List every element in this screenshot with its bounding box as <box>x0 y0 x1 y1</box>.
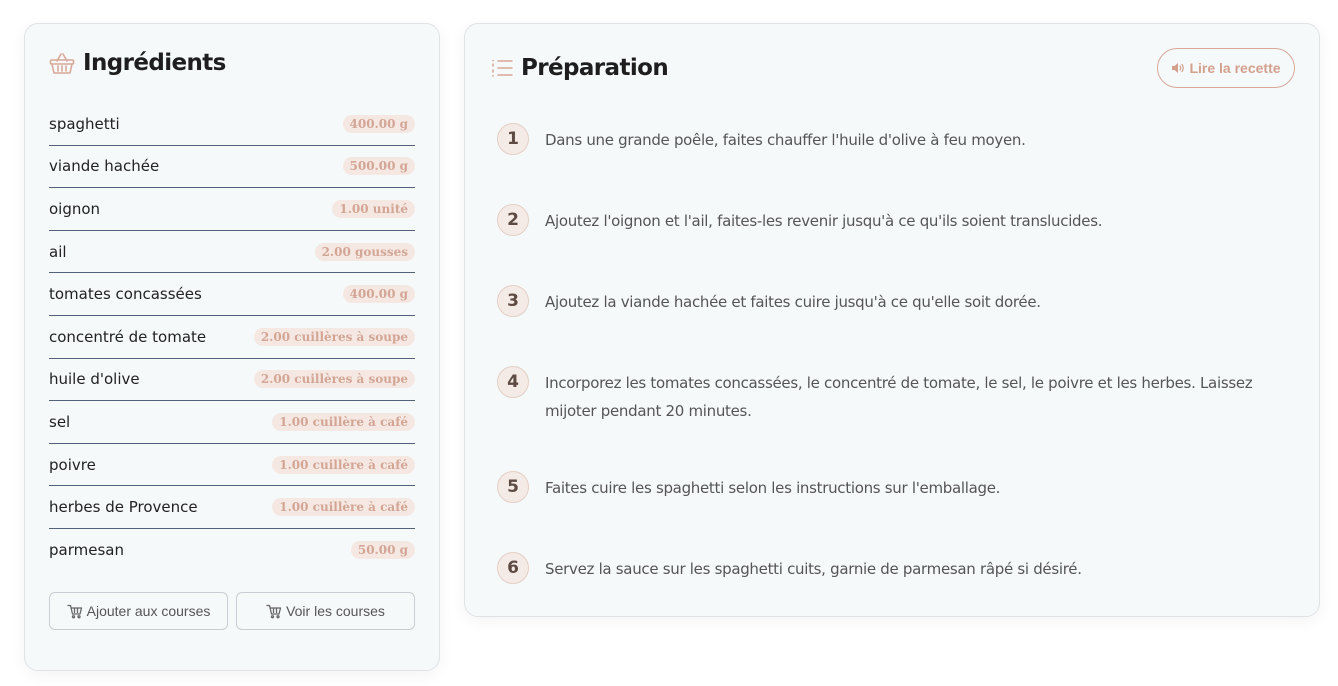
ingredient-row: sel 1.00 cuillère à café <box>49 401 415 444</box>
cart-icon <box>66 604 83 619</box>
ingredient-row: oignon 1.00 unité <box>49 188 415 231</box>
add-to-shopping-button[interactable]: Ajouter aux courses <box>49 592 228 630</box>
step-text: Ajoutez la viande hachée et faites cuire… <box>545 293 1041 311</box>
step-item: 3 Ajoutez la viande hachée et faites cuir… <box>497 284 1287 317</box>
ingredient-row: ail 2.00 gousses <box>49 231 415 274</box>
read-recipe-button[interactable]: Lire la recette <box>1157 48 1295 88</box>
ingredient-quantity-badge: 400.00 g <box>342 114 415 133</box>
ingredient-name: oignon <box>49 199 101 218</box>
ingredient-quantity-badge: 400.00 g <box>342 285 415 304</box>
add-to-shopping-label: Ajouter aux courses <box>86 603 211 619</box>
ingredient-name: viande hachée <box>49 157 160 176</box>
preparation-title: Préparation <box>491 55 669 81</box>
ingredient-name: parmesan <box>49 541 124 560</box>
ingredients-title-text: Ingrédients <box>83 50 226 76</box>
ingredient-name: sel <box>49 412 71 431</box>
step-number: 1 <box>497 123 529 155</box>
step-item: 6 Servez la sauce sur les spaghetti cuits… <box>497 551 1287 584</box>
ingredients-title: Ingrédients <box>49 50 226 76</box>
ingredient-row: viande hachée 500.00 g <box>49 146 415 189</box>
step-number: 3 <box>497 285 529 317</box>
ingredient-name: spaghetti <box>49 114 120 133</box>
step-text: Ajoutez l'oignon et l'ail, faites-les re… <box>545 212 1103 230</box>
step-text: Incorporez les tomates concassées, le co… <box>545 374 1253 420</box>
ingredient-quantity-badge: 2.00 cuillères à soupe <box>253 327 415 346</box>
ingredient-quantity-badge: 1.00 cuillère à café <box>272 498 415 517</box>
ingredient-row: concentré de tomate 2.00 cuillères à soup… <box>49 316 415 359</box>
ingredient-name: tomates concassées <box>49 285 202 304</box>
step-item: 4 Incorporez les tomates concassées, le c… <box>497 365 1287 425</box>
basket-icon <box>49 51 75 75</box>
ingredient-quantity-badge: 1.00 unité <box>332 199 415 218</box>
ingredient-row: spaghetti 400.00 g <box>49 103 415 146</box>
read-recipe-label: Lire la recette <box>1189 60 1281 76</box>
step-number: 2 <box>497 204 529 236</box>
ingredient-name: poivre <box>49 455 96 474</box>
ingredient-list: spaghetti 400.00 g viande hachée 500.00 g … <box>49 103 415 572</box>
list-icon <box>491 58 513 78</box>
ingredient-quantity-badge: 1.00 cuillère à café <box>272 412 415 431</box>
ingredient-row: poivre 1.00 cuillère à café <box>49 444 415 487</box>
step-text: Faites cuire les spaghetti selon les ins… <box>545 479 1001 497</box>
ingredients-card: Ingrédients spaghetti 400.00 g viande hac… <box>24 23 440 671</box>
ingredient-quantity-badge: 2.00 gousses <box>314 242 415 261</box>
ingredient-row: tomates concassées 400.00 g <box>49 273 415 316</box>
view-shopping-button[interactable]: Voir les courses <box>236 592 415 630</box>
preparation-title-text: Préparation <box>521 55 669 81</box>
ingredient-name: concentré de tomate <box>49 327 207 346</box>
step-text: Dans une grande poêle, faites chauffer l… <box>545 131 1026 149</box>
ingredient-row: parmesan 50.00 g <box>49 529 415 572</box>
ingredient-quantity-badge: 500.00 g <box>342 157 415 176</box>
ingredient-quantity-badge: 1.00 cuillère à café <box>272 455 415 474</box>
ingredient-name: herbes de Provence <box>49 498 198 517</box>
step-number: 6 <box>497 552 529 584</box>
step-number: 4 <box>497 366 529 398</box>
step-item: 2 Ajoutez l'oignon et l'ail, faites-les r… <box>497 203 1287 236</box>
ingredient-row: herbes de Provence 1.00 cuillère à café <box>49 486 415 529</box>
view-shopping-label: Voir les courses <box>286 603 385 619</box>
ingredient-quantity-badge: 50.00 g <box>350 541 415 560</box>
step-item: 1 Dans une grande poêle, faites chauffer … <box>497 122 1287 155</box>
step-number: 5 <box>497 471 529 503</box>
ingredient-quantity-badge: 2.00 cuillères à soupe <box>253 370 415 389</box>
ingredient-name: ail <box>49 242 67 261</box>
preparation-card: Préparation Lire la recette 1 Dans une gr… <box>464 23 1320 617</box>
speaker-icon <box>1171 62 1185 74</box>
ingredient-name: huile d'olive <box>49 370 140 389</box>
step-list: 1 Dans une grande poêle, faites chauffer … <box>497 122 1287 632</box>
step-item: 5 Faites cuire les spaghetti selon les in… <box>497 470 1287 503</box>
step-text: Servez la sauce sur les spaghetti cuits,… <box>545 560 1082 578</box>
cart-icon <box>266 604 282 619</box>
ingredient-row: huile d'olive 2.00 cuillères à soupe <box>49 359 415 402</box>
shopping-buttons: Ajouter aux courses Voir les courses <box>49 592 415 630</box>
